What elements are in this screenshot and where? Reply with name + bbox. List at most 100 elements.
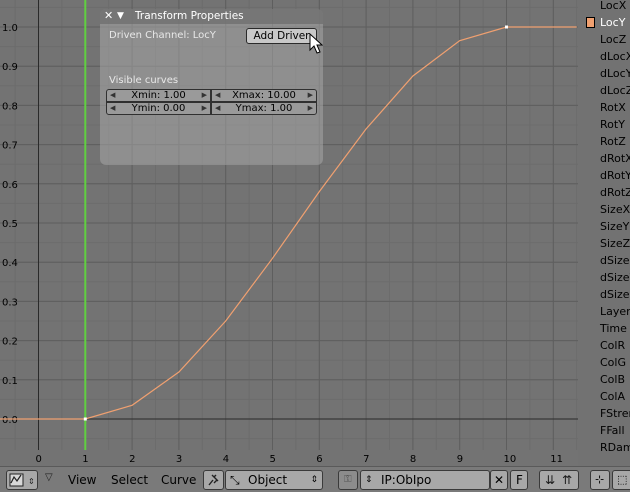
browse-arrows-icon[interactable]: ⇕ bbox=[365, 471, 373, 489]
channel-label: SizeX bbox=[600, 203, 630, 216]
channel-item[interactable]: ColB bbox=[578, 371, 630, 388]
channel-item[interactable]: ColG bbox=[578, 354, 630, 371]
channel-label: LocX bbox=[600, 0, 627, 12]
channel-label: dRotY bbox=[600, 169, 630, 182]
view-all-button[interactable]: ⊹ bbox=[590, 470, 610, 490]
copy-down-arrow-icon[interactable]: ⇊ bbox=[545, 471, 555, 489]
zoom-border-button[interactable]: ⬚ bbox=[612, 470, 630, 490]
channel-label: LocY bbox=[600, 16, 626, 29]
channel-item[interactable]: RDamp bbox=[578, 439, 630, 456]
decrement-arrow-icon[interactable]: ◀ bbox=[110, 90, 115, 101]
channel-item[interactable]: ColR bbox=[578, 337, 630, 354]
channel-label: dLocX bbox=[600, 50, 630, 63]
ymin-value: Ymin: 0.00 bbox=[131, 103, 186, 114]
channel-item[interactable]: FStreng bbox=[578, 405, 630, 422]
lock-button[interactable]: ⚿ bbox=[338, 470, 358, 490]
channel-item[interactable]: LocZ bbox=[578, 31, 630, 48]
increment-arrow-icon[interactable]: ▶ bbox=[308, 90, 313, 101]
ipo-block-name[interactable]: IP:ObIpo bbox=[381, 471, 431, 489]
channel-label: RotX bbox=[600, 101, 626, 114]
x-tick-label: 9 bbox=[457, 454, 463, 465]
channel-item[interactable]: dLocZ bbox=[578, 82, 630, 99]
y-tick-label: 0.3 bbox=[2, 297, 18, 308]
channel-item[interactable]: SizeZ bbox=[578, 235, 630, 252]
channel-item[interactable]: dSizeY bbox=[578, 269, 630, 286]
x-tick-label: 8 bbox=[410, 454, 416, 465]
menu-curve[interactable]: Curve bbox=[161, 472, 196, 488]
y-tick-label: 0.5 bbox=[2, 219, 18, 230]
channel-item[interactable]: RotX bbox=[578, 99, 630, 116]
close-icon[interactable]: ✕ bbox=[104, 10, 114, 22]
channel-item[interactable]: RotY bbox=[578, 116, 630, 133]
channel-label: FFall bbox=[600, 424, 625, 437]
x-tick-label: 7 bbox=[363, 454, 369, 465]
paste-up-arrow-icon[interactable]: ⇈ bbox=[562, 471, 572, 489]
decrement-arrow-icon[interactable]: ◀ bbox=[215, 103, 220, 114]
increment-arrow-icon[interactable]: ▶ bbox=[308, 103, 313, 114]
menu-select[interactable]: Select bbox=[111, 472, 148, 488]
x-tick-label: 1 bbox=[82, 454, 88, 465]
channel-label: RDamp bbox=[600, 441, 630, 454]
channel-item[interactable]: ColA bbox=[578, 388, 630, 405]
collapse-menus-triangle-icon[interactable]: ▽ bbox=[45, 472, 53, 483]
channel-item[interactable]: dSizeX bbox=[578, 252, 630, 269]
channel-item[interactable]: SizeX bbox=[578, 201, 630, 218]
panel-header[interactable]: ✕ ▼ Transform Properties bbox=[100, 9, 323, 24]
channel-item[interactable]: SizeY bbox=[578, 218, 630, 235]
channel-item[interactable]: dRotY bbox=[578, 167, 630, 184]
copy-paste-buttons[interactable]: ⇊ ⇈ bbox=[539, 470, 579, 490]
channel-label: ColB bbox=[600, 373, 626, 386]
decrement-arrow-icon[interactable]: ◀ bbox=[215, 90, 220, 101]
fake-user-button[interactable]: F bbox=[510, 470, 528, 490]
channel-label: dSizeY bbox=[600, 271, 630, 284]
object-type-value: Object bbox=[248, 473, 288, 487]
channel-label: SizeY bbox=[600, 220, 630, 233]
zoom-border-icon: ⬚ bbox=[617, 473, 628, 486]
channel-label: dSizeZ bbox=[600, 288, 630, 301]
unlink-button[interactable]: ✕ bbox=[490, 470, 508, 490]
add-driver-button[interactable]: Add Driver bbox=[246, 28, 317, 44]
channel-label: dRotX bbox=[600, 152, 630, 165]
pin-button[interactable] bbox=[203, 470, 224, 490]
channel-item[interactable]: LocX bbox=[578, 0, 630, 14]
menu-view[interactable]: View bbox=[68, 472, 96, 488]
driven-channel-label: Driven Channel: LocY bbox=[109, 30, 216, 41]
ipo-block-browse[interactable]: ⇕ IP:ObIpo bbox=[360, 470, 490, 490]
channel-item[interactable]: dRotZ bbox=[578, 184, 630, 201]
channel-item[interactable]: LocY bbox=[578, 14, 630, 31]
x-tick-label: 10 bbox=[504, 454, 517, 465]
axis-object-icon: ⤡ bbox=[230, 473, 240, 487]
channel-item[interactable]: dLocY bbox=[578, 65, 630, 82]
decrement-arrow-icon[interactable]: ◀ bbox=[110, 103, 115, 114]
x-tick-label: 11 bbox=[550, 454, 563, 465]
increment-arrow-icon[interactable]: ▶ bbox=[202, 103, 207, 114]
channel-item[interactable]: FFall bbox=[578, 422, 630, 439]
channel-item[interactable]: dRotX bbox=[578, 150, 630, 167]
x-tick-label: 3 bbox=[176, 454, 182, 465]
channel-item[interactable]: dLocX bbox=[578, 48, 630, 65]
increment-arrow-icon[interactable]: ▶ bbox=[202, 90, 207, 101]
ymax-field[interactable]: ◀ Ymax: 1.00 ▶ bbox=[211, 102, 317, 115]
y-tick-label: 0.0 bbox=[2, 415, 18, 426]
channel-item[interactable]: Time bbox=[578, 320, 630, 337]
ymin-field[interactable]: ◀ Ymin: 0.00 ▶ bbox=[106, 102, 211, 115]
y-tick-label: 0.6 bbox=[2, 180, 18, 191]
channel-item[interactable]: RotZ bbox=[578, 133, 630, 150]
xmin-field[interactable]: ◀ Xmin: 1.00 ▶ bbox=[106, 89, 211, 102]
mouse-pointer-icon bbox=[309, 33, 323, 54]
channel-label: RotZ bbox=[600, 135, 626, 148]
ymax-value: Ymax: 1.00 bbox=[235, 103, 293, 114]
channel-label: Time bbox=[600, 322, 627, 335]
channel-list[interactable]: LocX LocY LocZ dLocX dLocY dLocZ RotX RotY RotZ d… bbox=[578, 0, 630, 466]
object-type-dropdown[interactable]: ⤡ Object ⇕ bbox=[225, 470, 323, 490]
channel-item[interactable]: Layer bbox=[578, 303, 630, 320]
y-tick-label: 0.8 bbox=[2, 101, 18, 112]
channel-color-swatch[interactable] bbox=[586, 17, 595, 28]
channel-label: dLocZ bbox=[600, 84, 630, 97]
channel-item[interactable]: dSizeZ bbox=[578, 286, 630, 303]
collapse-triangle-icon[interactable]: ▼ bbox=[117, 10, 127, 22]
channel-label: Layer bbox=[600, 305, 630, 318]
xmax-field[interactable]: ◀ Xmax: 10.00 ▶ bbox=[211, 89, 317, 102]
editor-type-button[interactable]: ⇕ bbox=[6, 470, 38, 490]
y-tick-label: 0.4 bbox=[2, 258, 18, 269]
